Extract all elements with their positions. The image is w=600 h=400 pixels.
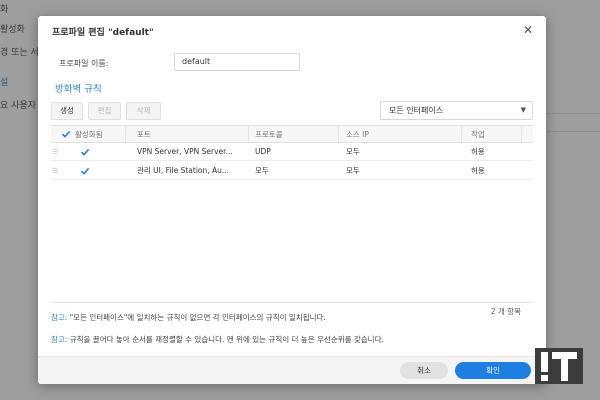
rule-action: 허용 [471,166,485,175]
column-divider [521,126,522,143]
note-label: 참고: [51,335,68,344]
drag-handle-icon[interactable]: ☰ [52,162,58,180]
note-reorder: 참고: 규칙을 끌어다 놓아 순서를 재정렬할 수 있습니다. 맨 위에 있는 … [51,334,384,345]
column-divider [338,126,339,143]
select-all-checkbox[interactable] [61,129,71,139]
edit-profile-dialog: 프로파일 편집 "default" ✕ 프로파일 이름: default 방화벽… [38,16,546,384]
rule-source-ip: 모두 [346,147,360,156]
column-divider [461,126,462,143]
rule-port: 관리 UI, File Station, Au... [137,166,230,175]
edit-button[interactable]: 편집 [88,102,121,120]
create-button[interactable]: 생성 [51,102,83,120]
interface-select[interactable]: 모든 인터페이스 ▼ [380,101,533,120]
table-row[interactable]: ☰ VPN Server, VPN Server... UDP 모두 허용 [51,143,533,161]
rules-table: 활성화됨 포트 프로토콜 소스 IP 작업 ☰ VPN Server, VPN … [51,125,533,319]
interface-select-value: 모든 인터페이스 [389,106,444,115]
rule-action: 허용 [471,147,485,156]
note-interfaces: 참고: "모든 인터페이스"에 일치하는 규칙이 없으면 각 인터페이스의 규칙… [51,312,326,323]
rule-source-ip: 모두 [346,166,360,175]
column-divider [125,126,126,143]
dialog-footer: 취소 확인 [38,356,546,384]
note-label: 참고: [51,313,68,322]
profile-name-input[interactable]: default [174,53,300,71]
column-header-enabled[interactable]: 활성화됨 [75,126,103,143]
table-row[interactable]: ☰ 관리 UI, File Station, Au... 모두 모두 허용 [51,162,533,180]
column-header-port[interactable]: 포트 [137,126,151,143]
note-text: "모든 인터페이스"에 일치하는 규칙이 없으면 각 인터페이스의 규칙이 일치… [69,313,326,322]
table-header: 활성화됨 포트 프로토콜 소스 IP 작업 [51,126,533,143]
rule-port: VPN Server, VPN Server... [137,147,233,156]
column-header-source-ip[interactable]: 소스 IP [346,126,369,143]
rule-protocol: 모두 [255,166,269,175]
close-icon[interactable]: ✕ [520,22,536,38]
ok-button[interactable]: 확인 [455,362,531,379]
delete-button[interactable]: 삭제 [126,102,161,120]
enabled-checkbox[interactable] [80,166,90,176]
rule-protocol: UDP [255,147,271,156]
column-header-action[interactable]: 작업 [471,126,485,143]
cancel-button[interactable]: 취소 [400,362,448,379]
watermark-logo [535,348,583,384]
drag-handle-icon[interactable]: ☰ [52,143,58,161]
dialog-title: 프로파일 편집 "default" [52,28,154,38]
caret-down-icon: ▼ [520,106,526,114]
column-divider [248,126,249,143]
firewall-rules-title: 방화벽 규칙 [55,84,102,95]
item-count: 2 개 항목 [490,307,521,316]
enabled-checkbox[interactable] [80,147,90,157]
profile-name-label: 프로파일 이름: [59,59,109,68]
column-header-protocol[interactable]: 프로토콜 [255,126,283,143]
note-text: 규칙을 끌어다 놓아 순서를 재정렬할 수 있습니다. 맨 위에 있는 규칙이 … [69,335,384,344]
